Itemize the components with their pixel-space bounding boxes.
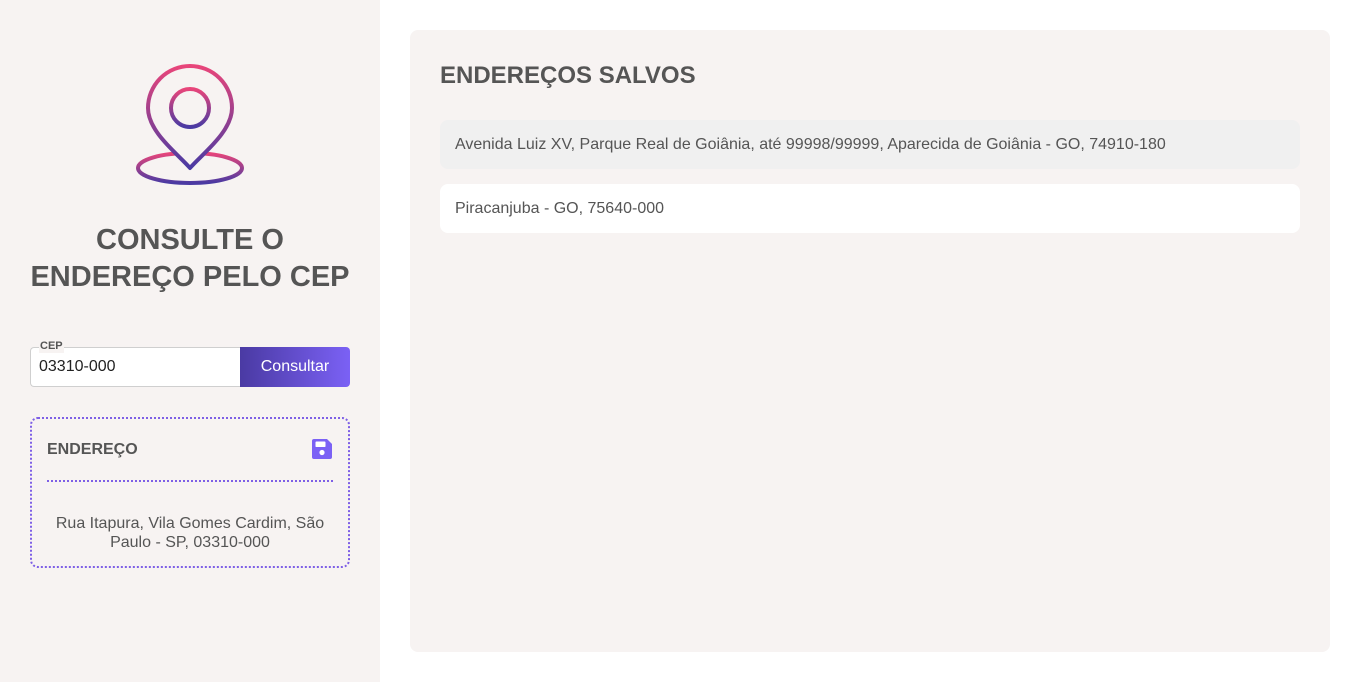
saved-addresses-title: ENDEREÇOS SALVOS [440, 62, 696, 89]
address-result-text: Rua Itapura, Vila Gomes Cardim, São Paul… [55, 515, 325, 551]
saved-addresses-panel: ENDEREÇOS SALVOS Avenida Luiz XV, Parque… [410, 30, 1330, 652]
saved-address-item[interactable]: Avenida Luiz XV, Parque Real de Goiânia,… [440, 120, 1300, 169]
cep-form: CEP Consultar [30, 339, 350, 387]
app-root: CONSULTE O ENDEREÇO PELO CEP CEP Consult… [0, 0, 1360, 682]
cep-field-label: CEP [39, 339, 64, 353]
page-title-line-1: CONSULTE O [96, 224, 284, 256]
page-title-line-2: ENDEREÇO PELO CEP [30, 261, 350, 293]
map-pin-icon [136, 64, 244, 185]
sidebar: CONSULTE O ENDEREÇO PELO CEP CEP Consult… [0, 0, 380, 682]
saved-addresses-list: Avenida Luiz XV, Parque Real de Goiânia,… [440, 120, 1300, 248]
floppy-disk-icon[interactable] [310, 437, 334, 461]
address-card-title: ENDEREÇO [47, 441, 138, 458]
saved-address-item[interactable]: Piracanjuba - GO, 75640-000 [440, 184, 1300, 233]
card-divider [47, 480, 333, 482]
cep-input[interactable] [30, 347, 240, 387]
page-title: CONSULTE O ENDEREÇO PELO CEP [20, 222, 360, 296]
address-result-card: ENDEREÇO Rua Itapura, Vila Gomes Cardim,… [30, 417, 350, 568]
consult-button[interactable]: Consultar [240, 347, 350, 387]
